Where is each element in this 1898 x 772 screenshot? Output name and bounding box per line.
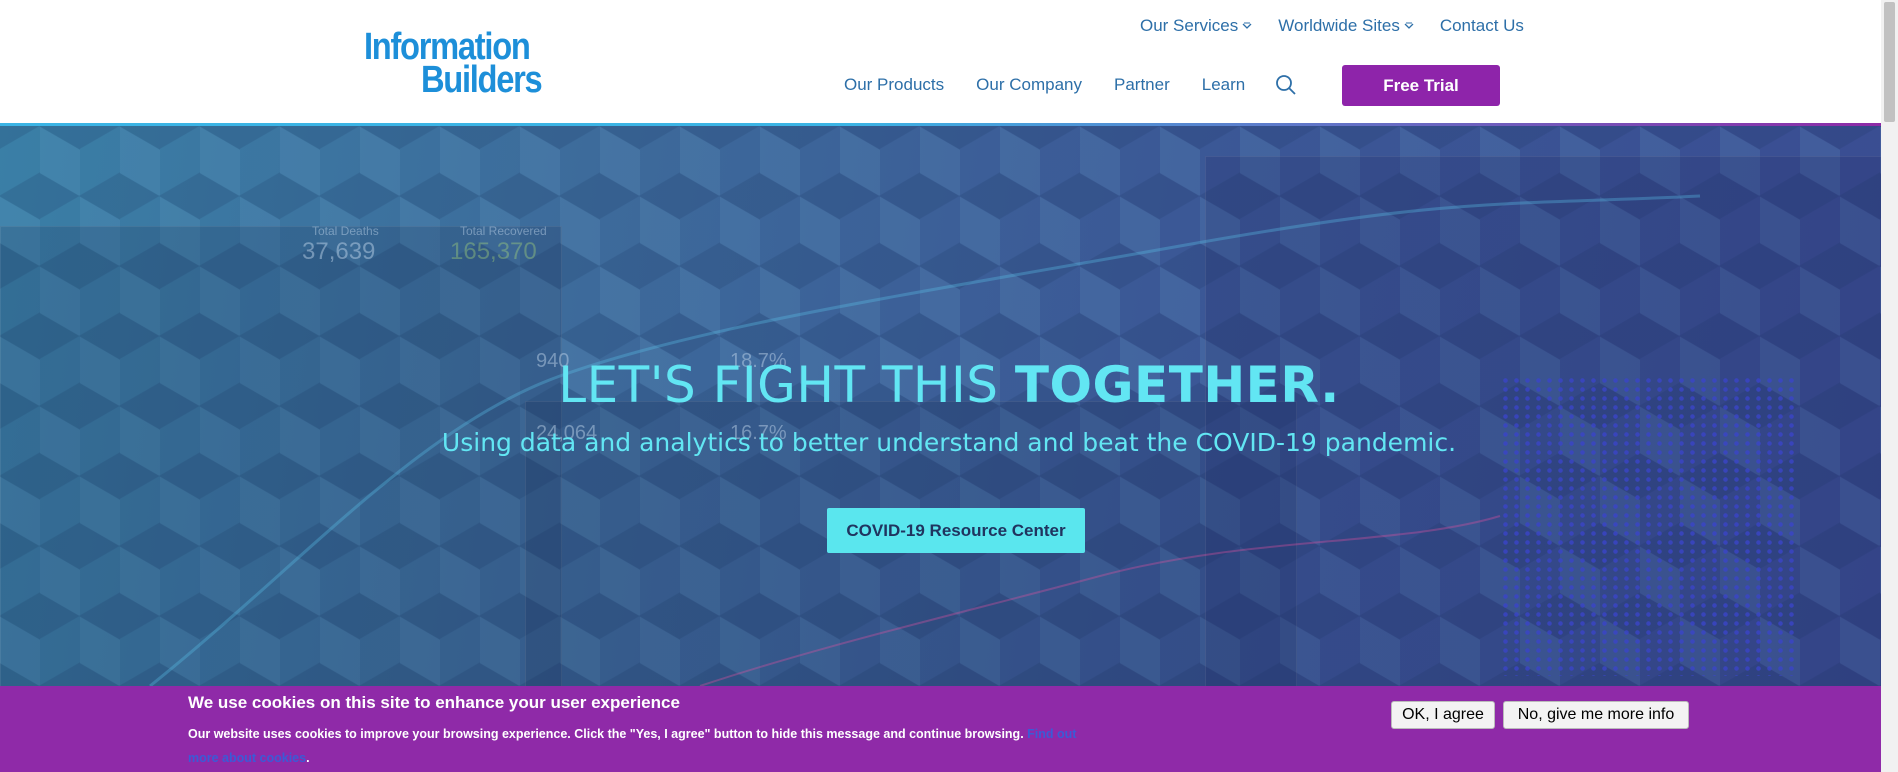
cookie-agree-button[interactable]: OK, I agree bbox=[1391, 701, 1495, 729]
nav-learn[interactable]: Learn bbox=[1202, 75, 1245, 95]
headline-light: LET'S FIGHT THIS bbox=[558, 356, 1015, 414]
covid-resource-center-button[interactable]: COVID-19 Resource Center bbox=[827, 508, 1085, 553]
nav-our-products[interactable]: Our Products bbox=[844, 75, 944, 95]
cookie-message: Our website uses cookies to improve your… bbox=[188, 722, 1088, 770]
scrollbar-thumb[interactable] bbox=[1884, 2, 1895, 122]
main-nav: Our Products Our Company Partner Learn bbox=[844, 74, 1333, 96]
information-builders-logo[interactable]: Information Builders bbox=[364, 26, 544, 101]
chevron-down-icon bbox=[1242, 22, 1252, 29]
bg-deaths-value: 37,639 bbox=[302, 238, 376, 265]
hero-headline: LET'S FIGHT THIS TOGETHER. bbox=[0, 356, 1881, 414]
chevron-down-icon bbox=[1404, 22, 1414, 29]
headline-bold: TOGETHER. bbox=[1014, 356, 1340, 414]
our-services-label: Our Services bbox=[1140, 16, 1239, 35]
worldwide-sites-label: Worldwide Sites bbox=[1278, 16, 1400, 35]
nav-partner[interactable]: Partner bbox=[1114, 75, 1170, 95]
site-header: Information Builders Our Services Worldw… bbox=[0, 0, 1881, 126]
bg-recovered-label: Total Recovered bbox=[460, 224, 547, 238]
our-services-link[interactable]: Our Services bbox=[1140, 16, 1252, 36]
nav-our-company[interactable]: Our Company bbox=[976, 75, 1082, 95]
cookie-title: We use cookies on this site to enhance y… bbox=[188, 693, 680, 712]
cookie-text: Our website uses cookies to improve your… bbox=[188, 727, 1028, 741]
contact-us-link[interactable]: Contact Us bbox=[1440, 16, 1524, 36]
search-icon[interactable] bbox=[1275, 74, 1297, 96]
free-trial-button[interactable]: Free Trial bbox=[1342, 65, 1500, 106]
page-scrollbar[interactable] bbox=[1881, 0, 1898, 772]
hero-subheadline: Using data and analytics to better under… bbox=[441, 428, 1457, 457]
utility-nav: Our Services Worldwide Sites Contact Us bbox=[1140, 16, 1524, 36]
worldwide-sites-link[interactable]: Worldwide Sites bbox=[1278, 16, 1414, 36]
hero-banner: Total Deaths 37,639 Total Recovered 165,… bbox=[0, 126, 1881, 686]
bg-recovered-value: 165,370 bbox=[450, 238, 537, 265]
cookie-banner: We use cookies on this site to enhance y… bbox=[0, 686, 1881, 772]
bg-deaths-label: Total Deaths bbox=[312, 224, 379, 238]
cookie-text-end: . bbox=[306, 751, 310, 765]
contact-us-label: Contact Us bbox=[1439, 16, 1524, 35]
logo-line-2: Builders bbox=[421, 59, 543, 101]
cookie-more-info-button[interactable]: No, give me more info bbox=[1503, 701, 1689, 729]
